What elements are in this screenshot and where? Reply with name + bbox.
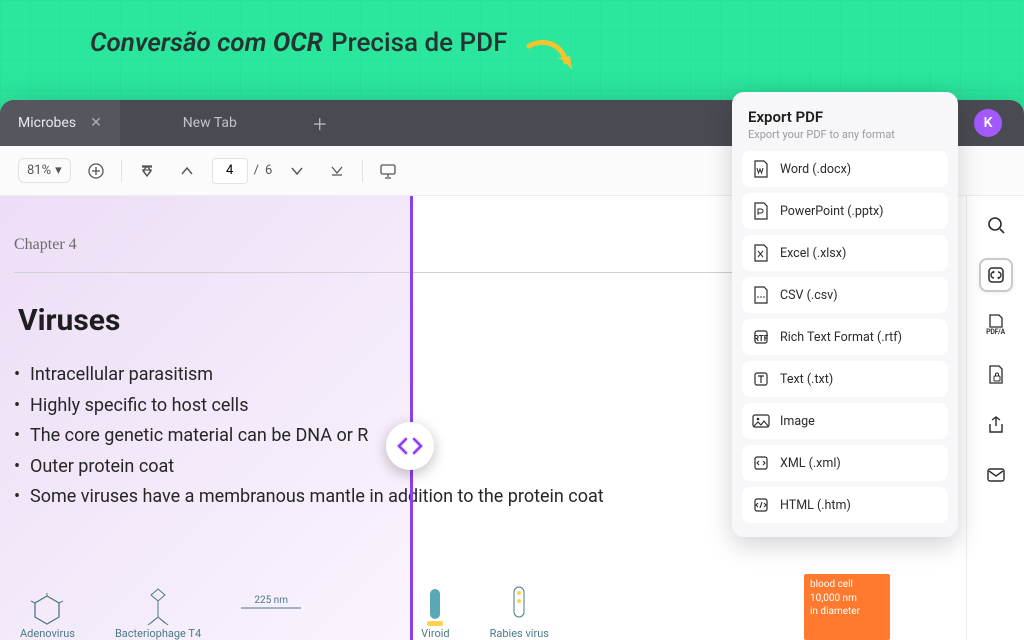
export-image[interactable]: Image xyxy=(742,403,948,439)
text-icon xyxy=(752,370,770,388)
page-input[interactable] xyxy=(212,158,248,184)
export-text[interactable]: Text (.txt) xyxy=(742,361,948,397)
presentation-button[interactable] xyxy=(373,156,403,186)
compare-slider-handle[interactable] xyxy=(386,422,434,470)
compare-slider-line xyxy=(410,196,413,640)
xml-icon xyxy=(752,454,770,472)
image-icon xyxy=(752,412,770,430)
convert-icon[interactable] xyxy=(979,258,1013,292)
mail-icon[interactable] xyxy=(979,458,1013,492)
export-rtf[interactable]: RTFRich Text Format (.rtf) xyxy=(742,319,948,355)
export-xml[interactable]: XML (.xml) xyxy=(742,445,948,481)
tab-label: Microbes xyxy=(18,115,76,131)
export-html[interactable]: HTML (.htm) xyxy=(742,487,948,523)
prev-page-button[interactable] xyxy=(172,156,202,186)
tab-label: New Tab xyxy=(183,115,237,131)
tab-microbes[interactable]: Microbes ✕ xyxy=(0,100,120,146)
right-rail: PDF/A xyxy=(966,196,1024,640)
avatar[interactable]: K xyxy=(974,109,1002,137)
export-panel: Export PDF Export your PDF to any format… xyxy=(732,92,958,537)
promo-headline: Conversão com OCR Precisa de PDF xyxy=(90,28,507,58)
rtf-icon: RTF xyxy=(752,328,770,346)
first-page-button[interactable] xyxy=(132,156,162,186)
search-icon[interactable] xyxy=(979,208,1013,242)
zoom-in-button[interactable] xyxy=(81,156,111,186)
zoom-dropdown[interactable]: 81% ▾ xyxy=(18,158,71,183)
tab-new[interactable]: New Tab xyxy=(120,100,300,146)
page-total: 6 xyxy=(265,163,272,178)
csv-icon xyxy=(752,286,770,304)
chevron-down-icon: ▾ xyxy=(55,163,62,178)
export-excel[interactable]: Excel (.xlsx) xyxy=(742,235,948,271)
page-indicator: / 6 xyxy=(212,158,273,184)
excel-icon xyxy=(752,244,770,262)
arrow-icon xyxy=(524,36,578,84)
share-icon[interactable] xyxy=(979,408,1013,442)
add-tab-button[interactable]: ＋ xyxy=(300,100,340,146)
zoom-value: 81% xyxy=(27,163,51,178)
export-subtitle: Export your PDF to any format xyxy=(742,128,948,151)
export-word[interactable]: Word (.docx) xyxy=(742,151,948,187)
export-powerpoint[interactable]: PowerPoint (.pptx) xyxy=(742,193,948,229)
ppt-icon xyxy=(752,202,770,220)
next-page-button[interactable] xyxy=(282,156,312,186)
pdfa-icon[interactable]: PDF/A xyxy=(979,308,1013,342)
export-csv[interactable]: CSV (.csv) xyxy=(742,277,948,313)
sticky-note: blood cell 10,000 nm in diameter xyxy=(804,574,890,640)
word-icon xyxy=(752,160,770,178)
svg-text:RTF: RTF xyxy=(754,334,769,343)
html-icon xyxy=(752,496,770,514)
lock-file-icon[interactable] xyxy=(979,358,1013,392)
last-page-button[interactable] xyxy=(322,156,352,186)
close-icon[interactable]: ✕ xyxy=(90,115,102,131)
export-title: Export PDF xyxy=(742,106,948,128)
